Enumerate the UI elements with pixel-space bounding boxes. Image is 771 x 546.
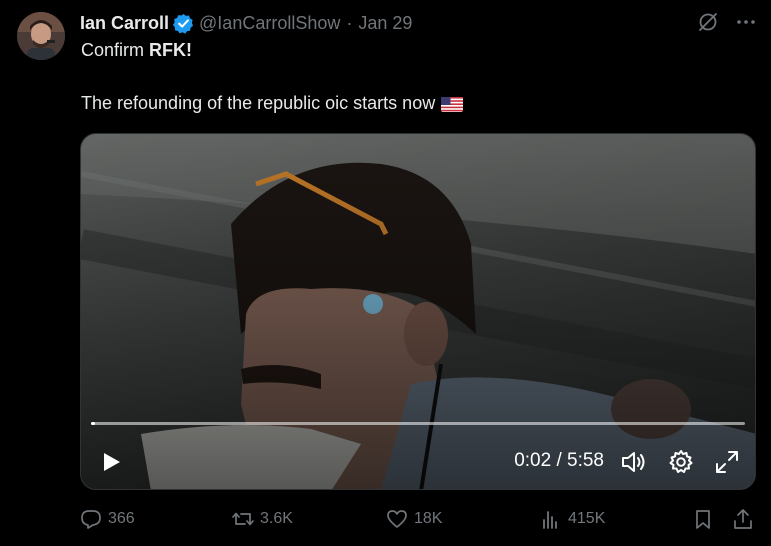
video-time-display: 0:02 / 5:58 <box>514 450 604 471</box>
play-icon[interactable] <box>99 450 123 474</box>
volume-icon[interactable] <box>620 449 646 475</box>
author-name[interactable]: Ian Carroll <box>80 13 169 34</box>
video-progress-bar[interactable] <box>91 422 745 425</box>
settings-gear-icon[interactable] <box>668 449 694 475</box>
avatar[interactable] <box>17 12 65 60</box>
author-handle[interactable]: @IanCarrollShow <box>199 13 340 34</box>
fullscreen-icon[interactable] <box>714 449 740 475</box>
repost-count: 3.6K <box>260 510 293 527</box>
separator-dot: · <box>346 12 353 33</box>
bookmark-button[interactable] <box>692 508 720 530</box>
video-player[interactable]: 0:02 / 5:58 <box>80 133 756 490</box>
tweet-top-actions <box>697 11 757 33</box>
tweet-text-body: The refounding of the republic oic start… <box>81 93 436 113</box>
heart-icon <box>387 510 407 528</box>
share-button[interactable] <box>732 508 760 530</box>
reply-icon <box>81 510 101 529</box>
grok-icon[interactable] <box>697 11 719 33</box>
views-button[interactable]: 415K <box>540 508 605 530</box>
share-icon <box>734 509 752 529</box>
tweet-text-line-1: Confirm RFK! <box>81 40 192 61</box>
tweet-header: Ian Carroll @IanCarrollShow · Jan 29 <box>80 11 412 35</box>
analytics-icon <box>543 511 557 529</box>
bookmark-icon <box>696 510 710 529</box>
tweet-date[interactable]: Jan 29 <box>358 13 412 34</box>
tweet-text-line-2: The refounding of the republic oic start… <box>81 93 464 114</box>
verified-badge-icon[interactable] <box>173 13 194 34</box>
tweet-action-bar: 366 3.6K 18K 415K <box>80 508 760 534</box>
more-options-icon[interactable] <box>735 11 757 33</box>
us-flag-icon <box>441 96 464 112</box>
reply-count: 366 <box>108 510 135 527</box>
reply-button[interactable]: 366 <box>80 508 135 530</box>
like-button[interactable]: 18K <box>386 508 442 530</box>
tweet-text-prefix: Confirm <box>81 40 150 60</box>
tweet-text-bold: RFK! <box>149 40 193 60</box>
video-progress-fill <box>91 422 95 425</box>
view-count: 415K <box>568 510 606 527</box>
video-frame <box>81 134 755 489</box>
repost-icon <box>232 512 254 526</box>
like-count: 18K <box>414 510 443 527</box>
repost-button[interactable]: 3.6K <box>232 508 293 530</box>
